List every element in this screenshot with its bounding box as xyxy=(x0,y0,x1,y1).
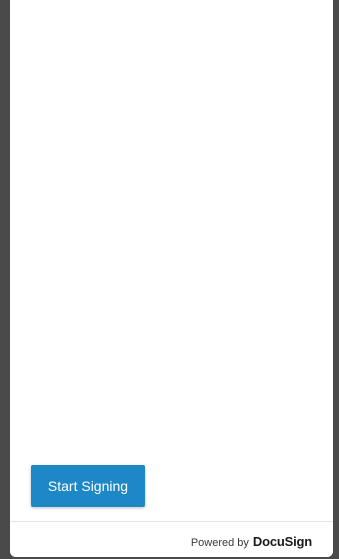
powered-by-docusign: Powered by DocuSign xyxy=(191,534,312,549)
start-signing-button[interactable]: Start Signing xyxy=(31,465,145,507)
device-frame: Start Signing Powered by DocuSign xyxy=(0,0,339,559)
signing-screen: Start Signing Powered by DocuSign xyxy=(10,0,333,557)
powered-by-label: Powered by xyxy=(190,537,249,549)
footer: Powered by DocuSign xyxy=(10,521,333,557)
docusign-logo: DocuSign xyxy=(252,534,312,549)
